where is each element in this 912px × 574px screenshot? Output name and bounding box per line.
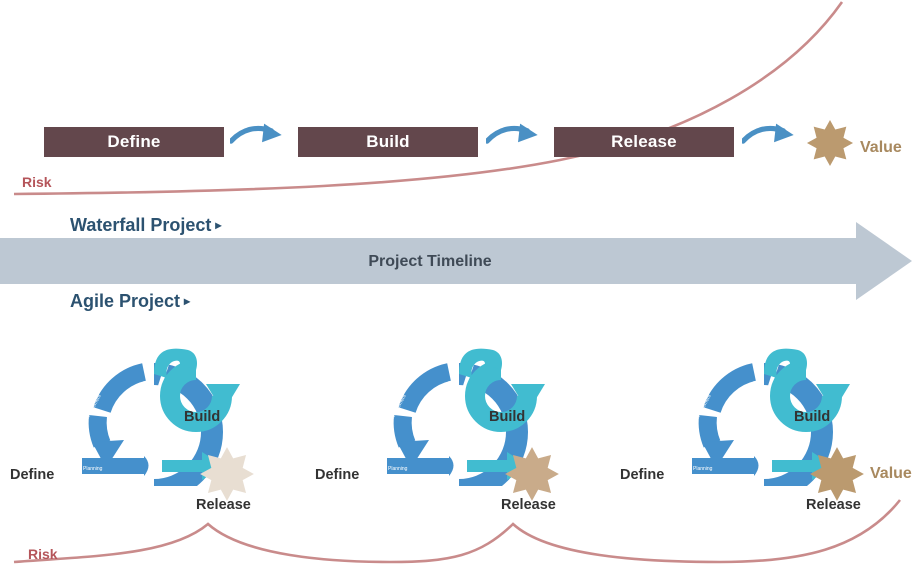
diagram-vector-layer — [0, 1, 912, 564]
waterfall-phase-label: Build — [366, 132, 410, 151]
agile-track-marker-icon: ▸ — [184, 294, 191, 308]
waterfall-connector-arrow-2 — [487, 124, 538, 143]
agile-build-label: Build — [489, 409, 526, 425]
waterfall-value-label: Value — [860, 139, 902, 156]
agile-release-star-1 — [200, 447, 254, 501]
agile-risk-label: Risk — [28, 546, 58, 562]
agile-release-label: Release — [196, 497, 251, 513]
agile-build-label: Build — [184, 409, 221, 425]
agile-release-label: Release — [501, 497, 556, 513]
agile-risk-curve — [13, 499, 902, 564]
agile-value-label: Value — [870, 465, 912, 482]
project-timeline-label: Project Timeline — [368, 253, 492, 270]
agile-build-label: Build — [794, 409, 831, 425]
waterfall-risk-curve — [13, 1, 844, 196]
waterfall-phase-label: Release — [611, 132, 677, 151]
agile-release-star-3 — [810, 447, 864, 501]
agile-release-label: Release — [806, 497, 861, 513]
waterfall-phase-box-build[interactable]: Build — [298, 127, 478, 157]
waterfall-risk-label: Risk — [22, 174, 52, 190]
agile-track-label: Agile Project ▸ — [70, 291, 190, 312]
waterfall-track-label-text: Waterfall Project — [70, 215, 212, 235]
waterfall-phase-label: Define — [107, 132, 161, 151]
waterfall-phase-box-define[interactable]: Define — [44, 127, 224, 157]
waterfall-connector-arrow-1 — [231, 124, 282, 143]
waterfall-connector-arrow-3 — [743, 124, 794, 143]
agile-define-label: Define — [10, 467, 55, 483]
waterfall-value-star — [806, 119, 854, 167]
agile-define-label: Define — [620, 467, 665, 483]
agile-define-label: Define — [315, 467, 360, 483]
diagram-canvas: Define Build Release Risk Value Waterfal… — [0, 0, 912, 574]
waterfall-phase-box-release[interactable]: Release — [554, 127, 734, 157]
agile-track-label-text: Agile Project — [70, 291, 181, 311]
agile-release-star-2 — [505, 447, 559, 501]
waterfall-track-label: Waterfall Project ▸ — [70, 215, 221, 236]
waterfall-track-marker-icon: ▸ — [215, 218, 222, 232]
